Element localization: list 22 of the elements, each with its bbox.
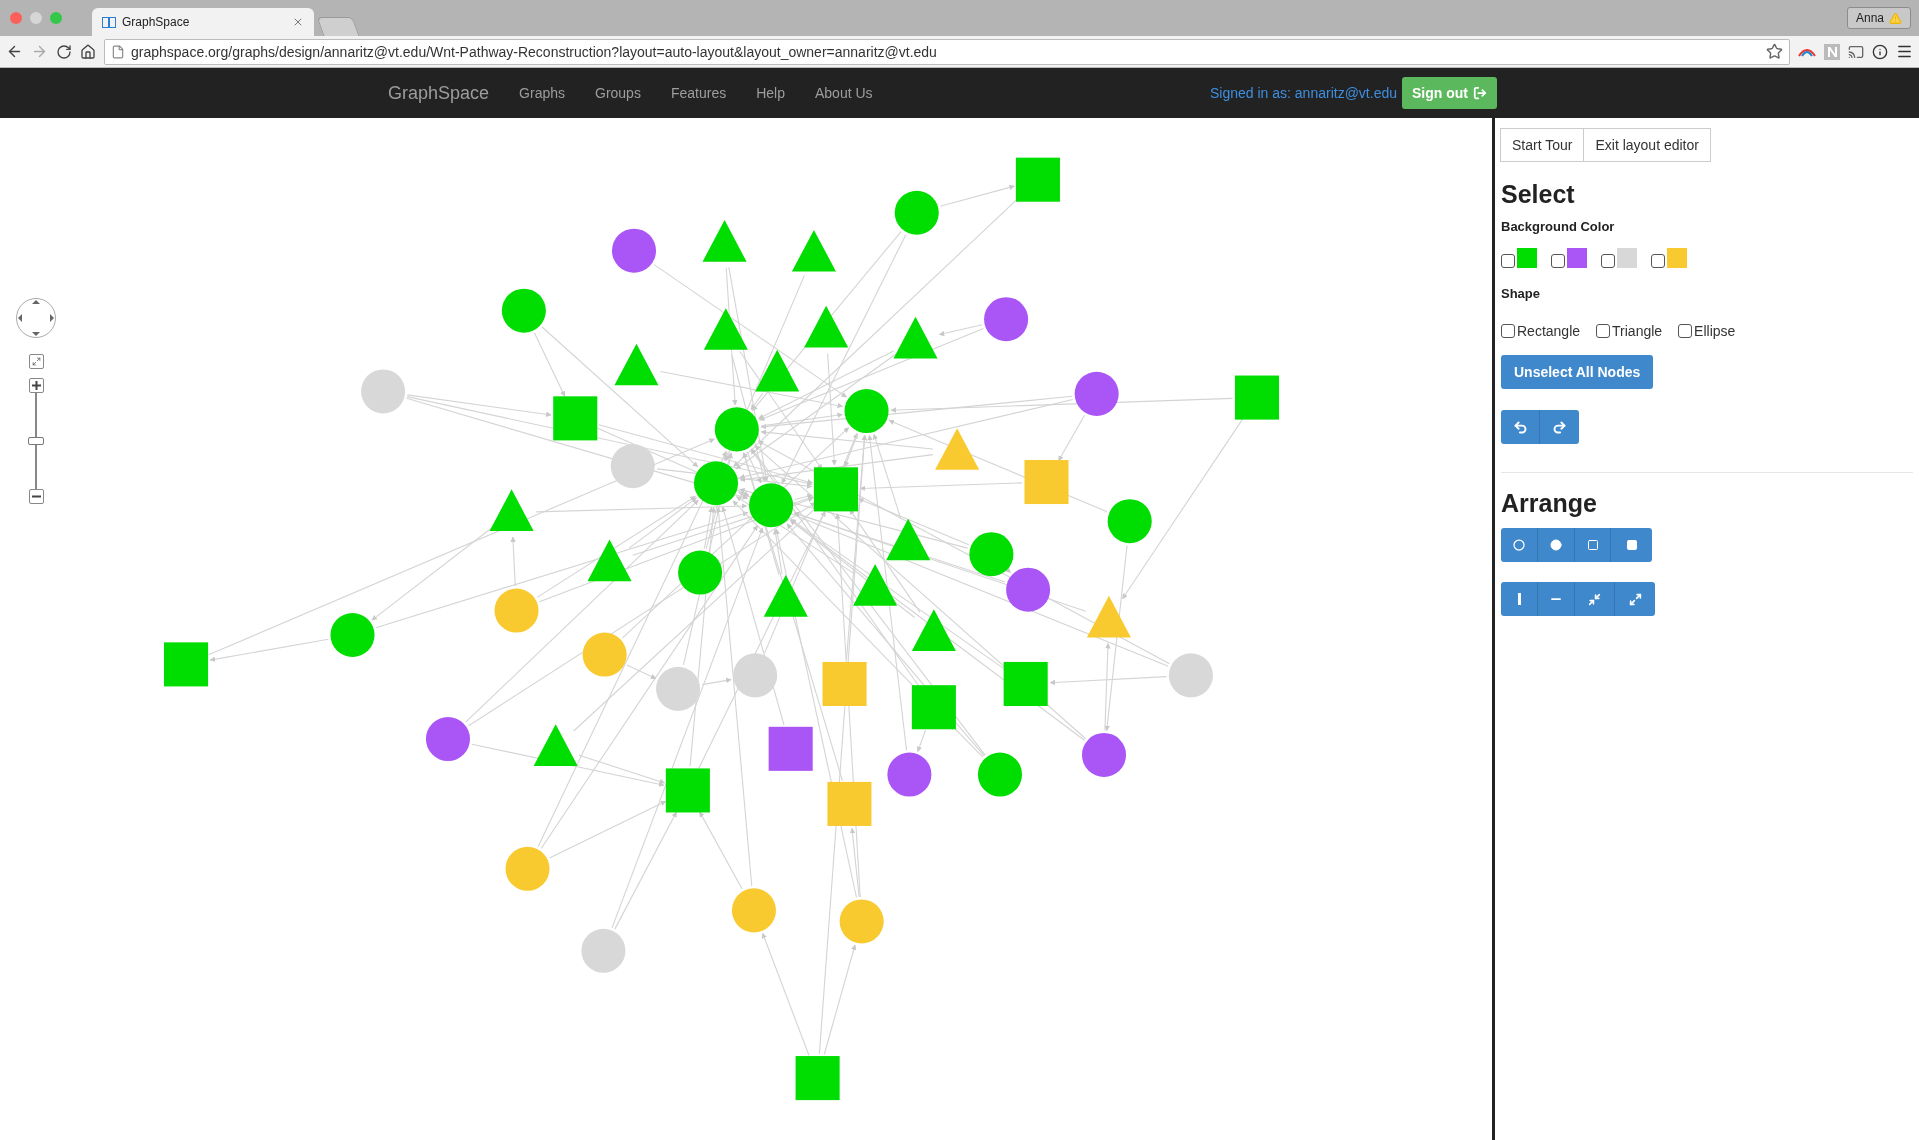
nav-link[interactable]: Graphs — [519, 85, 565, 101]
unselect-all-button[interactable]: Unselect All Nodes — [1501, 355, 1654, 389]
signed-in-link[interactable]: Signed in as: annaritz@vt.edu — [1210, 85, 1397, 101]
section-heading: Select — [1501, 180, 1575, 209]
url-text: graphspace.org/graphs/design/annaritz@vt.edu/Wnt-Pathway-Reconstruction?layout=auto-layout&layout_owner=annaritz@vt.edu — [131, 43, 938, 60]
nav-link[interactable]: Features — [670, 85, 727, 101]
tour-button[interactable]: Exit layout editor — [1583, 128, 1711, 162]
checkbox-label: Rectangle — [1517, 323, 1581, 339]
nav-link[interactable]: About Us — [814, 85, 873, 101]
section-heading: Arrange — [1501, 489, 1597, 518]
profile-button[interactable]: Anna — [1846, 7, 1911, 29]
nav-link[interactable]: Help — [756, 85, 785, 101]
browser-tab[interactable]: GraphSpace — [92, 8, 314, 36]
field-label: Background Color — [1501, 219, 1615, 234]
field-label: Shape — [1501, 286, 1540, 301]
brand-link[interactable]: GraphSpace — [388, 82, 490, 104]
tab-title: GraphSpace — [122, 15, 191, 29]
checkbox-label: Triangle — [1612, 323, 1663, 339]
nav-link[interactable]: Groups — [595, 85, 641, 101]
tour-button[interactable]: Start Tour — [1500, 128, 1585, 162]
address-bar[interactable]: graphspace.org/graphs/design/annaritz@vt.edu/Wnt-Pathway-Reconstruction?layout=auto-layout&layout_owner=annaritz@vt.edu — [104, 38, 1790, 65]
checkbox-label: Ellipse — [1694, 323, 1736, 339]
